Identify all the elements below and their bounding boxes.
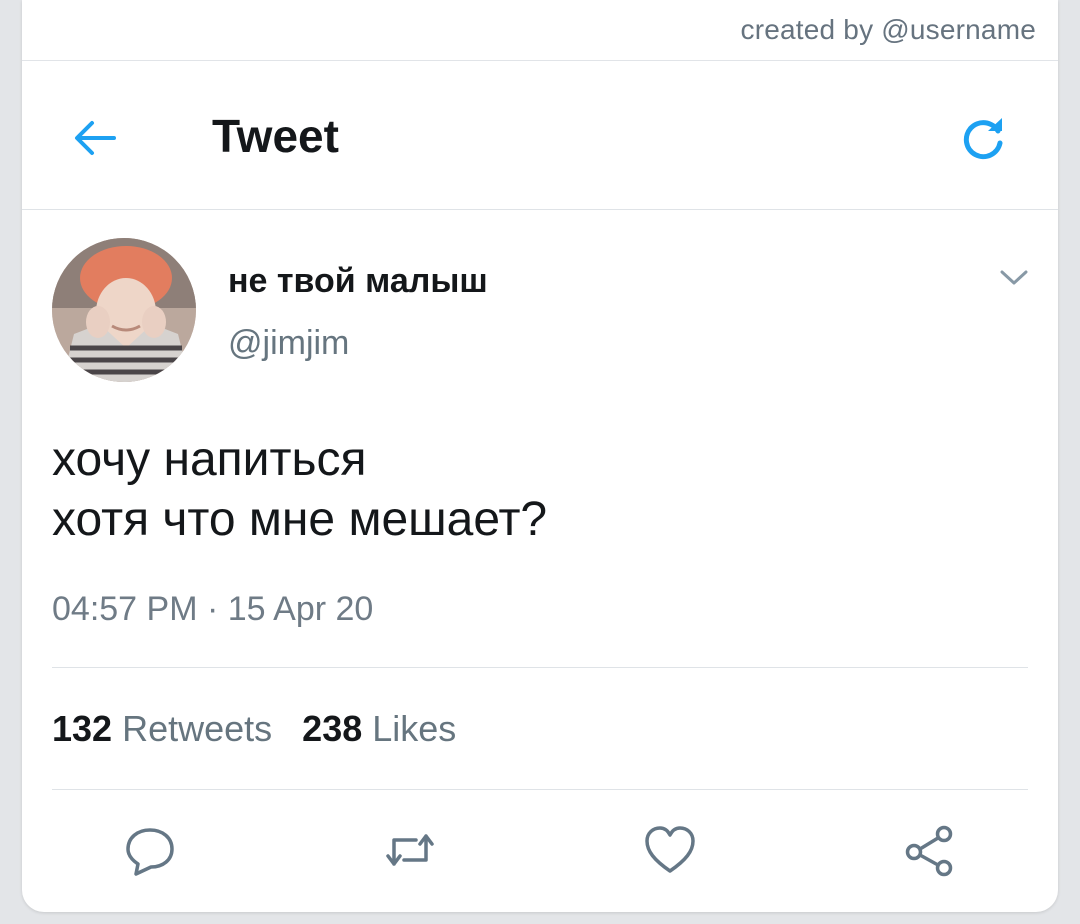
tweet-line: хотя что мне мешает?	[52, 493, 548, 546]
tweet-text: хочу напиться хотя что мне мешает?	[52, 430, 547, 550]
avatar-photo	[52, 238, 196, 382]
tweet-card: created by @username Tweet не твой малыш…	[22, 0, 1058, 912]
timestamp-separator: ·	[206, 590, 219, 628]
tweet-time: 04:57 PM	[52, 590, 198, 628]
like-button[interactable]	[642, 822, 698, 878]
tweet-menu-button[interactable]	[998, 266, 1030, 290]
retweet-icon	[386, 834, 434, 866]
tweet-date: 15 Apr 20	[227, 590, 374, 628]
divider	[52, 667, 1028, 668]
retweets-stat[interactable]: 132 Retweets	[52, 708, 272, 749]
refresh-button[interactable]	[958, 113, 1010, 165]
retweet-button[interactable]	[382, 822, 438, 878]
tweet-line: хочу напиться	[52, 433, 367, 486]
avatar[interactable]	[52, 238, 196, 382]
credit-bar: created by @username	[22, 0, 1058, 61]
reply-button[interactable]	[122, 822, 178, 878]
retweets-count: 132	[52, 708, 113, 749]
reply-icon	[126, 828, 174, 876]
app-header: Tweet	[22, 61, 1058, 210]
retweets-label: Retweets	[122, 708, 273, 749]
divider	[52, 789, 1028, 790]
likes-label: Likes	[372, 708, 457, 749]
share-icon	[905, 825, 953, 877]
tweet-timestamp: 04:57 PM · 15 Apr 20	[52, 590, 373, 629]
back-arrow-icon	[75, 121, 116, 155]
chevron-down-icon	[1000, 270, 1028, 285]
tweet-stats: 132 Retweets 238 Likes	[52, 708, 456, 750]
back-button[interactable]	[70, 113, 120, 163]
display-name[interactable]: не твой малыш	[228, 262, 488, 301]
likes-stat[interactable]: 238 Likes	[302, 708, 456, 749]
share-button[interactable]	[902, 822, 958, 878]
creator-credit: created by @username	[740, 14, 1036, 45]
page-title: Tweet	[212, 110, 339, 162]
user-handle[interactable]: @jimjim	[228, 324, 349, 363]
refresh-icon	[963, 118, 1003, 160]
likes-count: 238	[302, 708, 363, 749]
like-icon	[645, 826, 695, 873]
